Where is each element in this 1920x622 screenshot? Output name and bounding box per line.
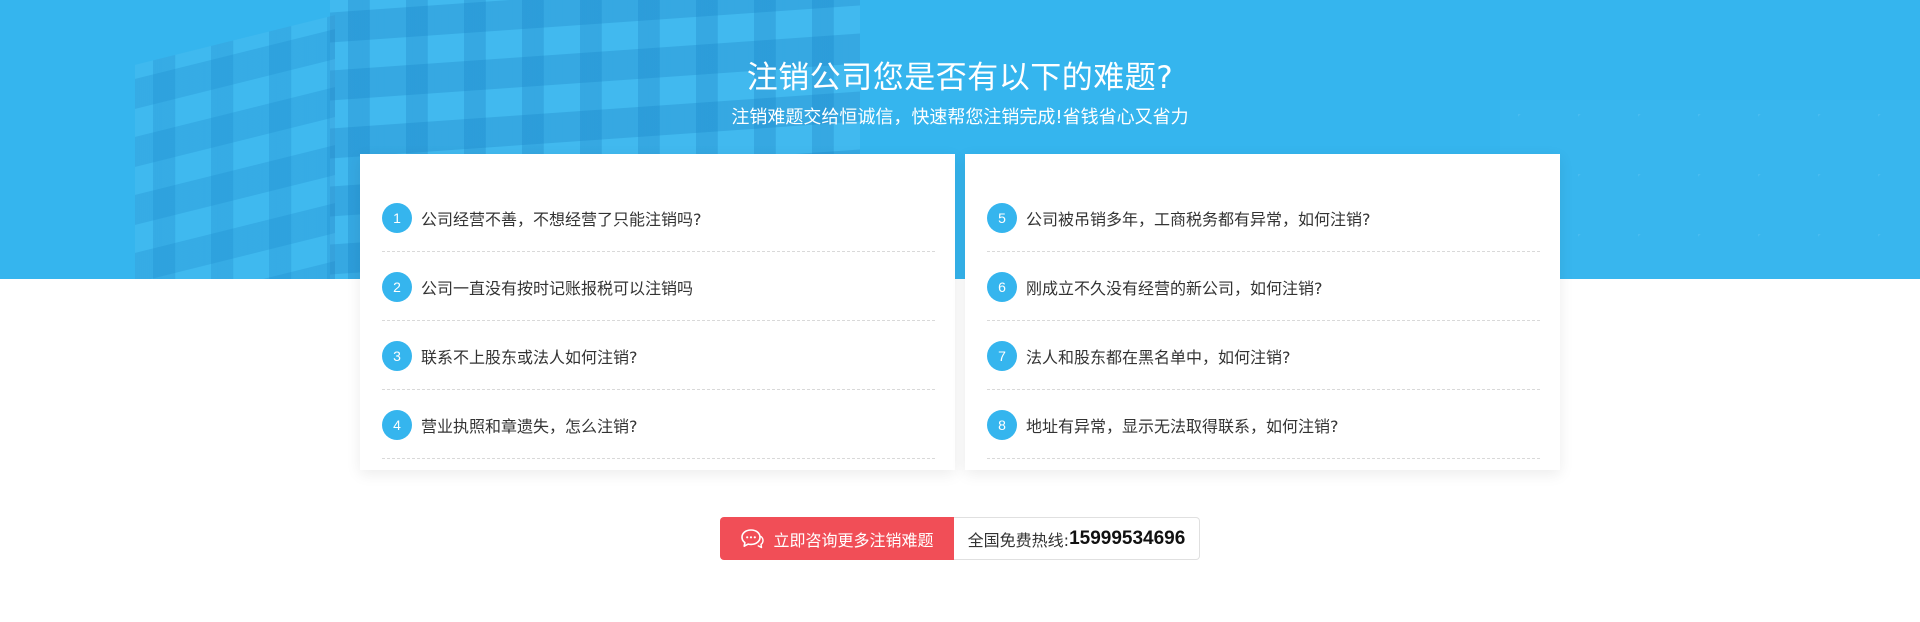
question-item-4[interactable]: 4 营业执照和章遗失，怎么注销?	[382, 391, 935, 459]
question-number-badge: 4	[382, 409, 412, 440]
hero-banner: 注销公司您是否有以下的难题? 注销难题交给恒诚信，快速帮您注销完成!省钱省心又省…	[0, 0, 1920, 279]
question-text: 地址有异常，显示无法取得联系，如何注销?	[1026, 416, 1339, 436]
question-text: 联系不上股东或法人如何注销?	[421, 347, 638, 367]
consult-more-button[interactable]: 立即咨询更多注销难题	[720, 517, 954, 560]
question-item-7[interactable]: 7 法人和股东都在黑名单中，如何注销?	[987, 322, 1540, 390]
question-number-badge: 5	[987, 202, 1017, 233]
question-item-1[interactable]: 1 公司经营不善，不想经营了只能注销吗?	[382, 184, 935, 252]
consult-more-label: 立即咨询更多注销难题	[773, 530, 934, 550]
question-number-badge: 7	[987, 340, 1017, 371]
hero-title: 注销公司您是否有以下的难题?	[746, 60, 1174, 96]
question-number-badge: 3	[382, 340, 412, 371]
question-text: 公司经营不善，不想经营了只能注销吗?	[421, 209, 702, 229]
hotline-number[interactable]: 15999534696	[1069, 528, 1185, 550]
question-text: 营业执照和章遗失，怎么注销?	[421, 416, 638, 436]
question-number-badge: 6	[987, 271, 1017, 302]
question-text: 公司被吊销多年，工商税务都有异常，如何注销?	[1026, 209, 1371, 229]
question-item-5[interactable]: 5 公司被吊销多年，工商税务都有异常，如何注销?	[987, 184, 1540, 252]
question-number-badge: 1	[382, 202, 412, 233]
question-list-left: 1 公司经营不善，不想经营了只能注销吗? 2 公司一直没有按时记账报税可以注销吗…	[382, 184, 935, 459]
question-text: 法人和股东都在黑名单中，如何注销?	[1026, 347, 1291, 367]
chat-bubble-icon	[741, 528, 765, 548]
question-text: 公司一直没有按时记账报税可以注销吗	[421, 278, 694, 298]
question-list-right: 5 公司被吊销多年，工商税务都有异常，如何注销? 6 刚成立不久没有经营的新公司…	[987, 184, 1540, 459]
questions-panel-left: 1 公司经营不善，不想经营了只能注销吗? 2 公司一直没有按时记账报税可以注销吗…	[360, 154, 955, 470]
question-number-badge: 8	[987, 409, 1017, 440]
page: 注销公司您是否有以下的难题? 注销难题交给恒诚信，快速帮您注销完成!省钱省心又省…	[0, 0, 1920, 622]
question-item-2[interactable]: 2 公司一直没有按时记账报税可以注销吗	[382, 253, 935, 321]
consult-cta-bar: 立即咨询更多注销难题 全国免费热线: 15999534696	[720, 517, 1200, 560]
question-item-3[interactable]: 3 联系不上股东或法人如何注销?	[382, 322, 935, 390]
question-text: 刚成立不久没有经营的新公司，如何注销?	[1026, 278, 1323, 298]
question-number-badge: 2	[382, 271, 412, 302]
hotline-box: 全国免费热线: 15999534696	[954, 517, 1200, 560]
question-item-6[interactable]: 6 刚成立不久没有经营的新公司，如何注销?	[987, 253, 1540, 321]
hero-subtitle: 注销难题交给恒诚信，快速帮您注销完成!省钱省心又省力	[731, 107, 1189, 128]
hotline-label: 全国免费热线:	[967, 530, 1070, 550]
question-item-8[interactable]: 8 地址有异常，显示无法取得联系，如何注销?	[987, 391, 1540, 459]
questions-panel-right: 5 公司被吊销多年，工商税务都有异常，如何注销? 6 刚成立不久没有经营的新公司…	[965, 154, 1560, 470]
